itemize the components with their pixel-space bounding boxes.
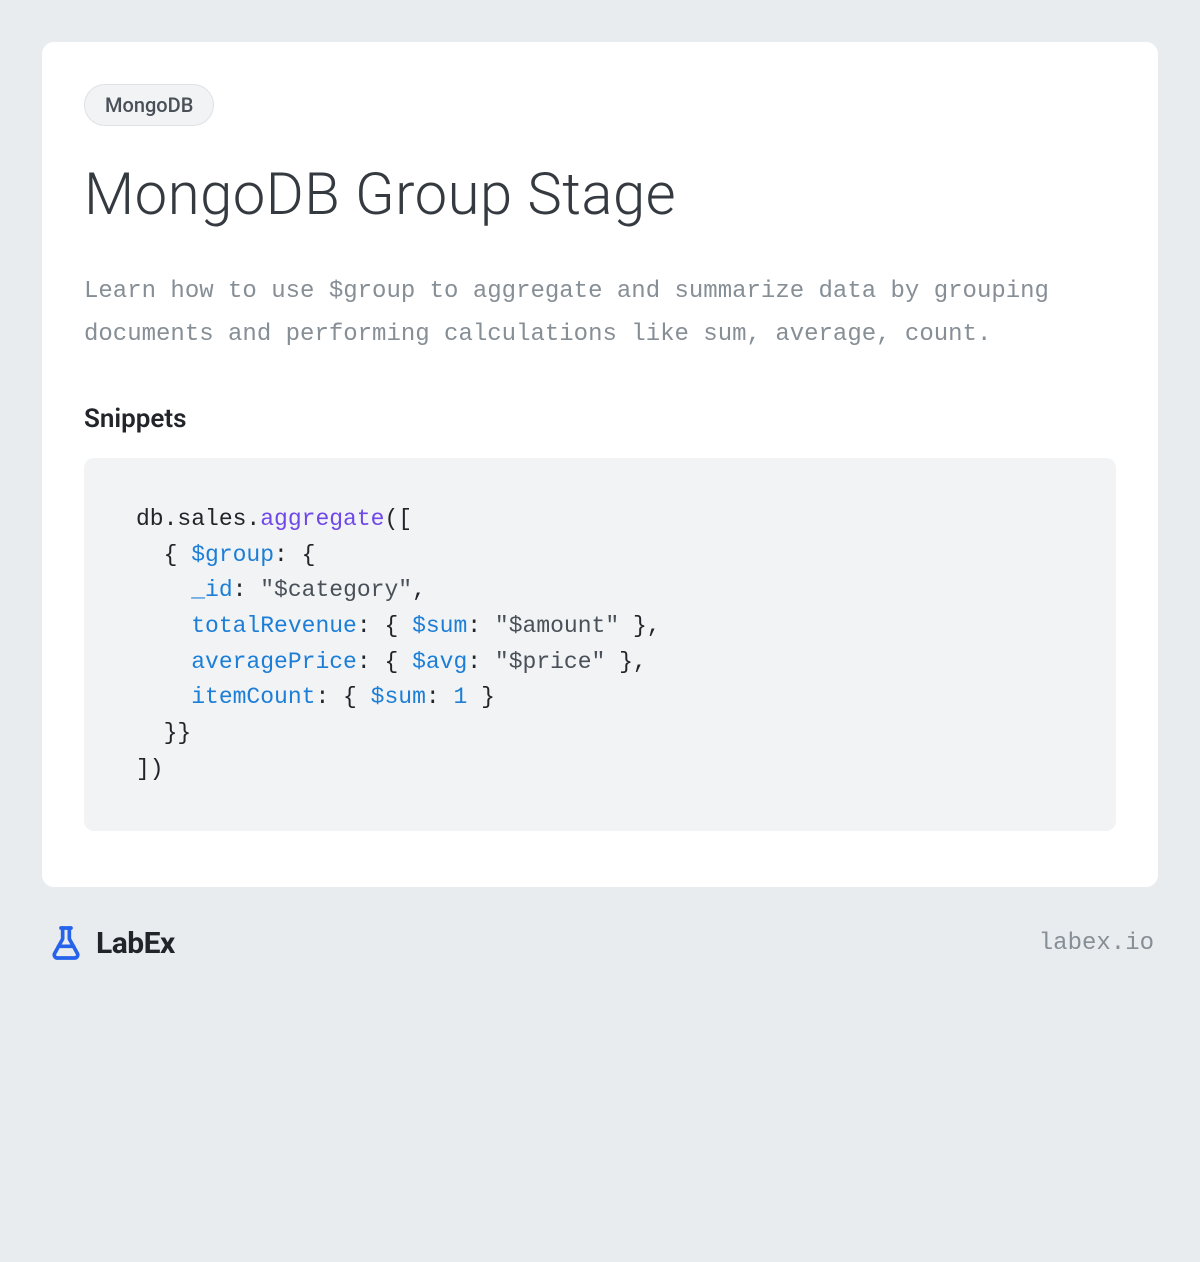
flask-icon <box>46 923 86 963</box>
code-snippet-block: db.sales.aggregate([ { $group: { _id: "$… <box>84 458 1116 831</box>
page-title: MongoDB Group Stage <box>84 164 1116 228</box>
content-card: MongoDB MongoDB Group Stage Learn how to… <box>42 42 1158 887</box>
code-content: db.sales.aggregate([ { $group: { _id: "$… <box>136 502 1064 787</box>
brand-logo: LabEx <box>46 923 175 963</box>
category-tag: MongoDB <box>84 84 214 126</box>
brand-name: LabEx <box>96 926 175 961</box>
footer: LabEx labex.io <box>42 887 1158 963</box>
description-text: Learn how to use $group to aggregate and… <box>84 270 1116 356</box>
site-url: labex.io <box>1039 930 1154 957</box>
snippets-heading: Snippets <box>84 404 1116 434</box>
